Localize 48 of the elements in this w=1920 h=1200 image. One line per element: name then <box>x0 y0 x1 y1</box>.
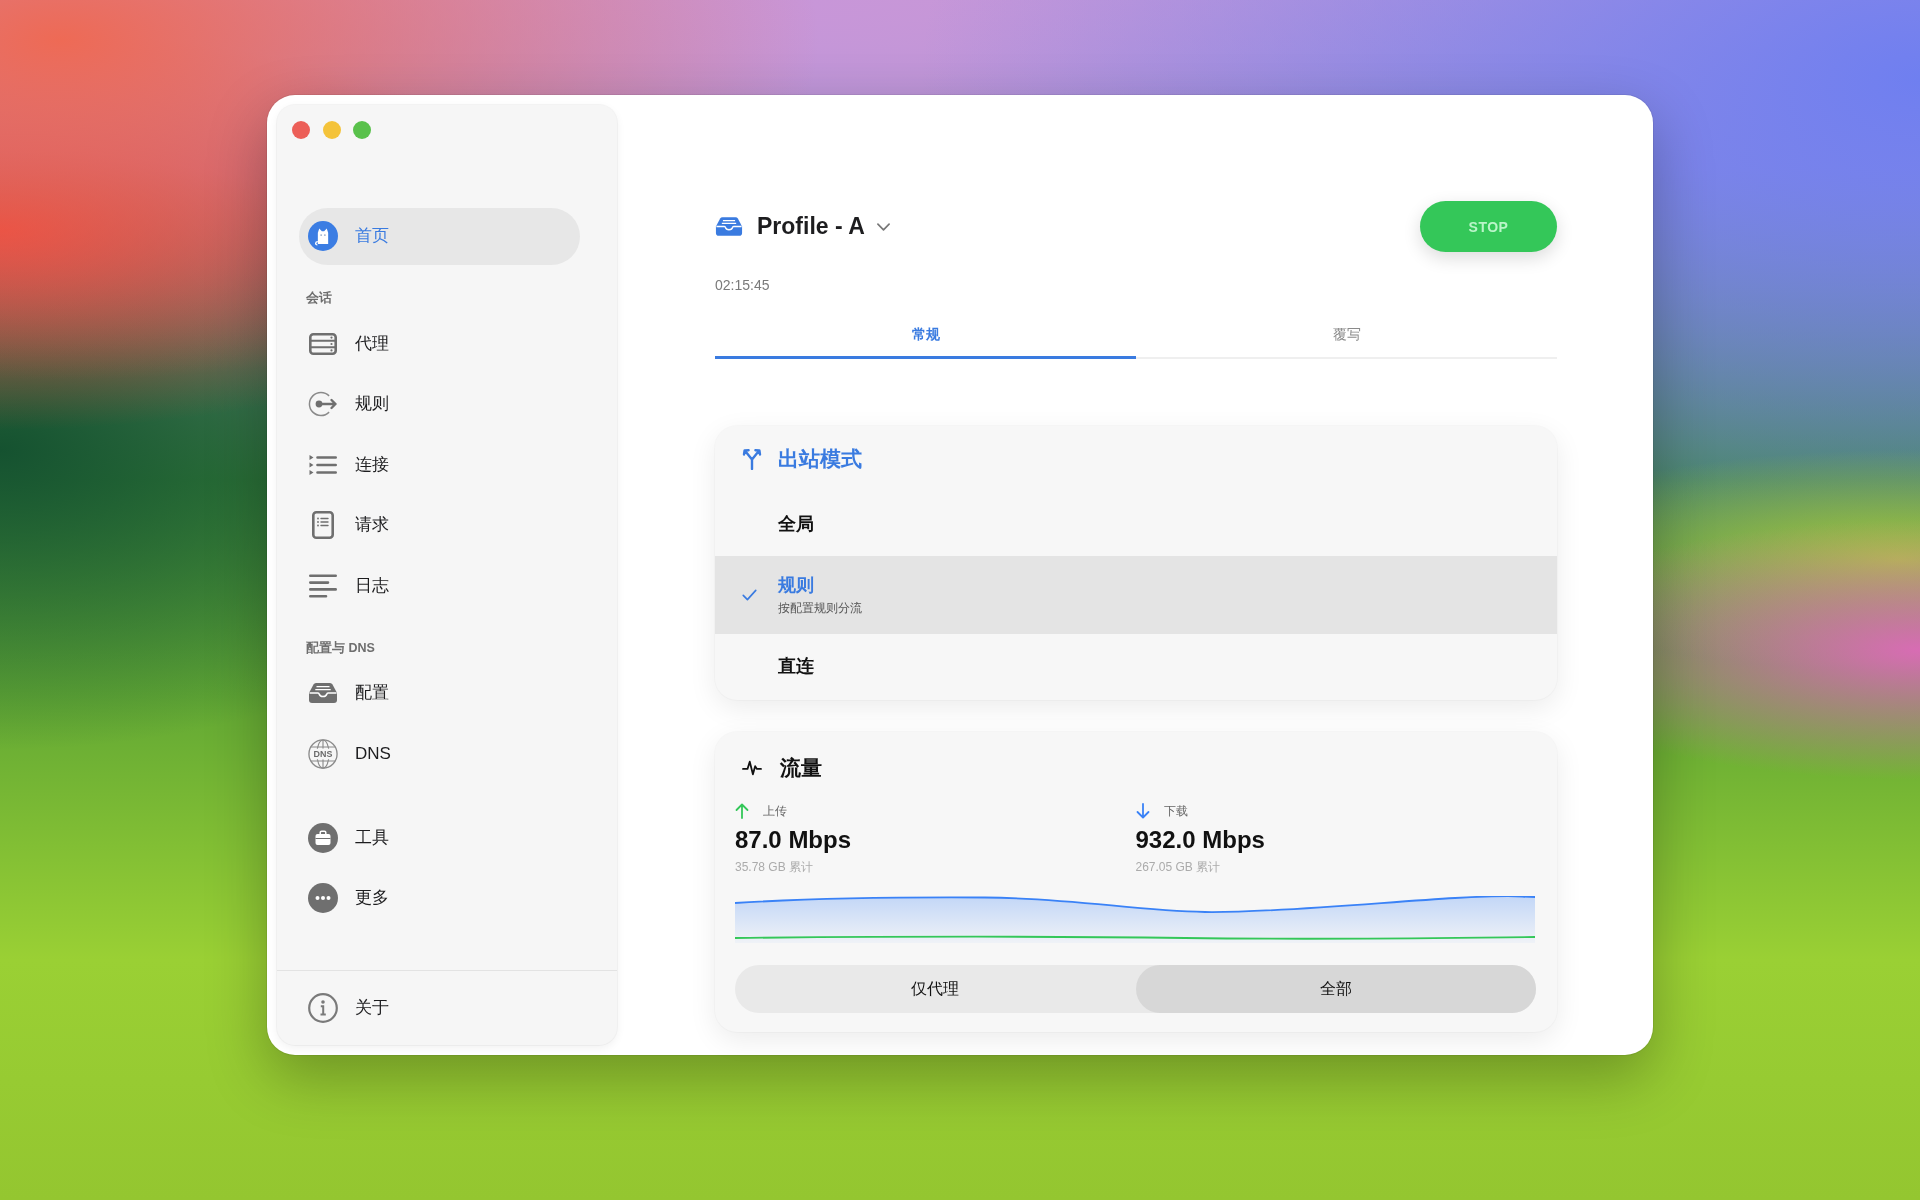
ellipsis-icon <box>308 883 338 913</box>
sidebar-item[interactable]: 规则 <box>299 375 580 433</box>
sidebar-item[interactable]: 代理 <box>299 315 580 372</box>
sidebar-item[interactable]: 关于 <box>299 979 580 1037</box>
tray-icon <box>308 682 338 704</box>
tab[interactable]: 覆写 <box>1136 316 1557 359</box>
mode-option[interactable]: 全局 <box>715 492 1557 556</box>
rate-value: 932.0 Mbps <box>1135 826 1265 854</box>
stat-label: 上传 <box>763 803 787 819</box>
minimize-button[interactable] <box>322 121 341 139</box>
server-icon <box>309 332 337 355</box>
checkmark-icon <box>742 589 757 601</box>
section-heading: 配置与 DNS <box>305 639 376 657</box>
mode-option[interactable]: 规则 按配置规则分流 <box>715 556 1557 634</box>
circle-arrow-icon <box>308 391 338 417</box>
document-icon <box>312 511 334 539</box>
cat-icon <box>308 220 338 252</box>
sidebar-item[interactable]: 请求 <box>299 496 580 554</box>
stat-label: 下载 <box>1163 803 1188 819</box>
total-text: 267.05 GB 累计 <box>1135 859 1221 875</box>
uptime-text: 02:15:45 <box>715 276 770 294</box>
rate-value: 87.0 Mbps <box>735 826 852 854</box>
sidebar-item[interactable]: 更多 <box>299 869 580 927</box>
tab[interactable]: 常规 <box>715 316 1136 359</box>
sidebar-item[interactable]: 日志 <box>299 557 580 614</box>
sidebar-item[interactable]: 配置 <box>299 664 580 722</box>
branch-icon <box>742 448 762 470</box>
text-lines-icon <box>309 573 337 598</box>
zoom-button[interactable] <box>353 121 371 139</box>
section-heading: 会话 <box>305 290 333 307</box>
sidebar-item[interactable]: DNS DNS <box>299 725 580 782</box>
sidebar-item[interactable]: 工具 <box>299 809 580 866</box>
close-button[interactable] <box>292 121 310 139</box>
profile-dropdown[interactable]: Profile - A <box>757 213 890 240</box>
card-title: 流量 <box>780 756 822 780</box>
segment-button[interactable]: 仅代理 <box>735 965 1136 1013</box>
pulse-icon <box>742 759 762 777</box>
segment-button[interactable]: 全部 <box>1135 965 1536 1013</box>
mode-option[interactable]: 直连 <box>715 634 1557 698</box>
card-title: 出站模式 <box>778 447 862 471</box>
list-icon <box>309 453 337 476</box>
total-text: 35.78 GB 累计 <box>735 859 814 875</box>
briefcase-icon <box>308 822 338 853</box>
info-icon <box>308 993 338 1023</box>
sidebar-item[interactable]: 连接 <box>299 436 580 493</box>
globe-label: DNS <box>313 748 333 759</box>
chevron-down-icon <box>876 222 890 231</box>
tray-icon <box>715 216 743 237</box>
